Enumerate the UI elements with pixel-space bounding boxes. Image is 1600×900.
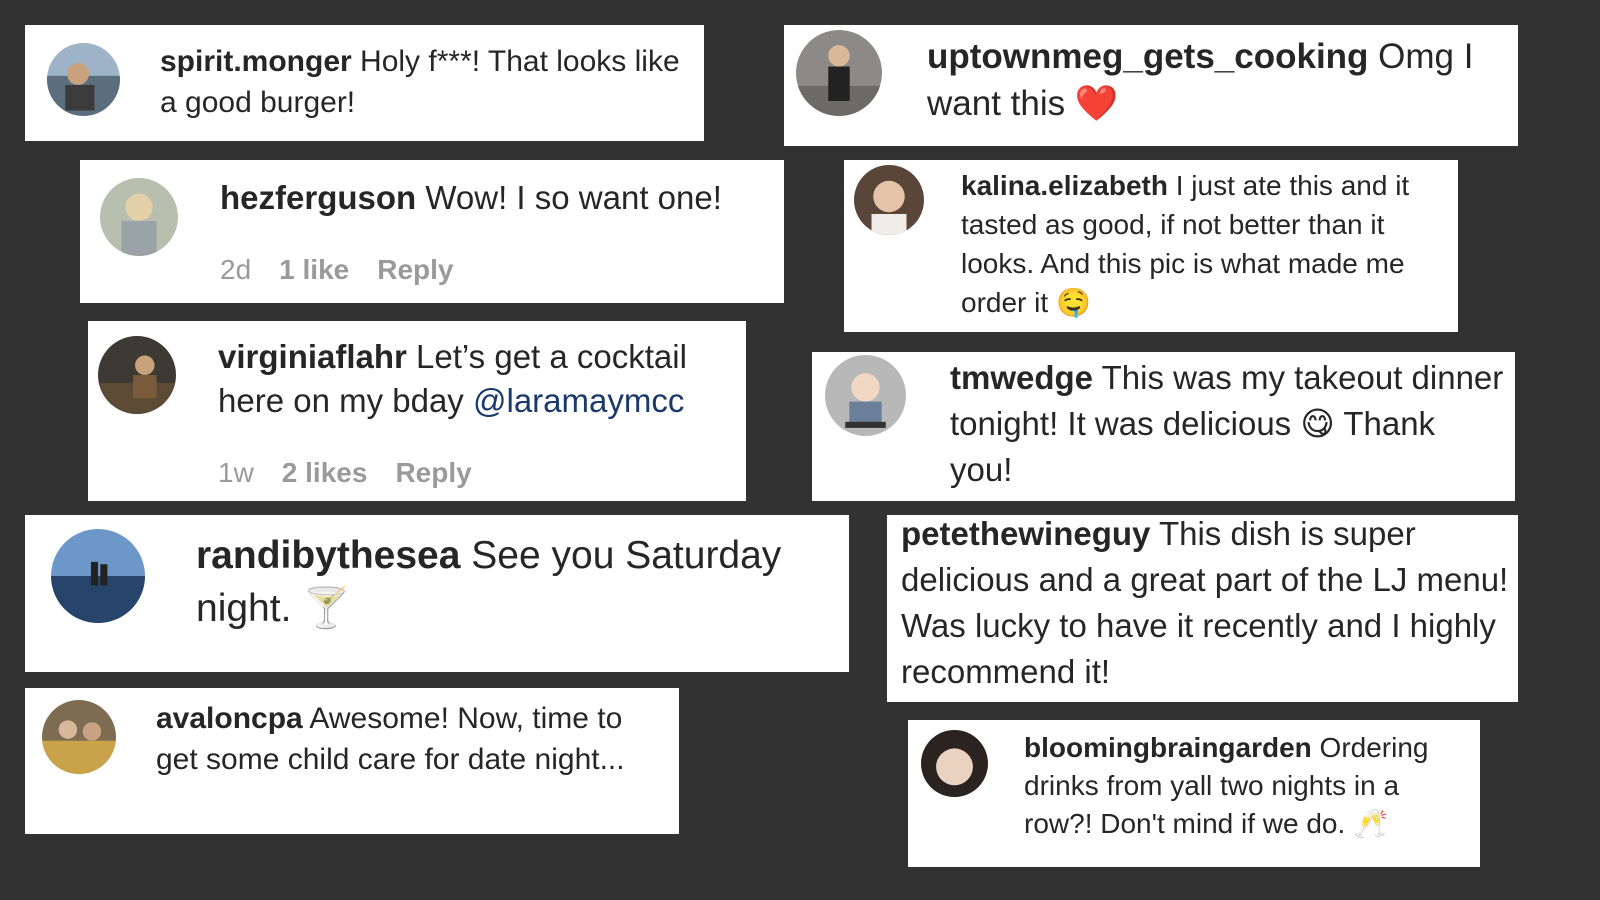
lake-portrait-avatar-icon[interactable] [47,43,120,116]
username-link[interactable]: kalina.elizabeth [961,170,1168,201]
likes-count[interactable]: 2 likes [282,457,368,488]
comment-card-kalina-elizabeth: kalina.elizabeth I just ate this and it … [844,160,1458,332]
comment-text: randibythesea See you Saturday night. 🍸 [196,534,782,631]
drooling-face-emoji-icon: 🤤 [1055,286,1091,319]
comment-age[interactable]: 2d [220,254,251,285]
comment-age[interactable]: 1w [218,457,254,488]
username-link[interactable]: randibythesea [196,534,460,577]
comment-meta: 1w 2 likes Reply [218,457,500,489]
comment-text: avaloncpa Awesome! Now, time to get some… [156,702,625,776]
username-link[interactable]: bloomingbraingarden [1024,732,1312,763]
reply-button[interactable]: Reply [395,457,471,488]
comment-card-randibythesea: randibythesea See you Saturday night. 🍸 [25,515,849,672]
username-link[interactable]: uptownmeg_gets_cooking [927,37,1368,76]
heart-emoji-icon: ❤️ [1074,84,1119,124]
yum-face-emoji-icon: 😋 [1300,404,1335,443]
cocktail-glass-emoji-icon: 🍸 [302,586,351,631]
comment-card-spirit-monger: spirit.monger Holy f***! That looks like… [25,25,704,141]
comment-card-tmwedge: tmwedge This was my takeout dinner tonig… [812,352,1515,501]
comment-text: bloomingbraingarden Ordering drinks from… [1024,732,1429,840]
beach-avatar-icon[interactable] [51,529,145,623]
selfie-avatar-icon[interactable] [854,165,924,235]
baby-swing-avatar-icon[interactable] [825,355,906,436]
couch-group-avatar-icon[interactable] [42,700,116,774]
username-link[interactable]: spirit.monger [160,45,352,78]
comment-card-petethewineguy: petethewineguy This dish is super delici… [887,515,1518,702]
face-avatar-icon[interactable] [921,730,988,797]
comment-text: hezferguson Wow! I so want one! [220,179,722,216]
comment-text: petethewineguy This dish is super delici… [901,515,1509,690]
clinking-glasses-emoji-icon: 🥂 [1353,807,1388,840]
username-link[interactable]: virginiaflahr [218,338,407,375]
comment-card-virginiaflahr: virginiaflahr Let’s get a cocktail here … [88,321,746,501]
likes-count[interactable]: 1 like [279,254,349,285]
comment-card-uptownmeg: uptownmeg_gets_cooking Omg I want this ❤… [784,25,1518,146]
comment-card-hezferguson: hezferguson Wow! I so want one! 2d 1 like… [80,160,784,303]
comment-text: uptownmeg_gets_cooking Omg I want this ❤… [927,37,1474,124]
comment-text: kalina.elizabeth I just ate this and it … [961,170,1410,319]
street-portrait-avatar-icon[interactable] [796,30,882,116]
comment-card-avaloncpa: avaloncpa Awesome! Now, time to get some… [25,688,679,834]
username-link[interactable]: hezferguson [220,179,416,216]
comment-meta: 2d 1 like Reply [220,254,481,286]
reply-button[interactable]: Reply [377,254,453,285]
comment-text: tmwedge This was my takeout dinner tonig… [950,359,1504,488]
comment-card-bloomingbraingarden: bloomingbraingarden Ordering drinks from… [908,720,1480,867]
comment-text: spirit.monger Holy f***! That looks like… [160,45,680,119]
mention-link[interactable]: @laramaymcc [473,382,684,419]
comment-text: virginiaflahr Let’s get a cocktail here … [218,338,687,419]
username-link[interactable]: avaloncpa [156,702,303,735]
username-link[interactable]: tmwedge [950,359,1093,396]
outdoor-portrait-avatar-icon[interactable] [100,178,178,256]
username-link[interactable]: petethewineguy [901,515,1150,552]
sitting-portrait-avatar-icon[interactable] [98,336,176,414]
